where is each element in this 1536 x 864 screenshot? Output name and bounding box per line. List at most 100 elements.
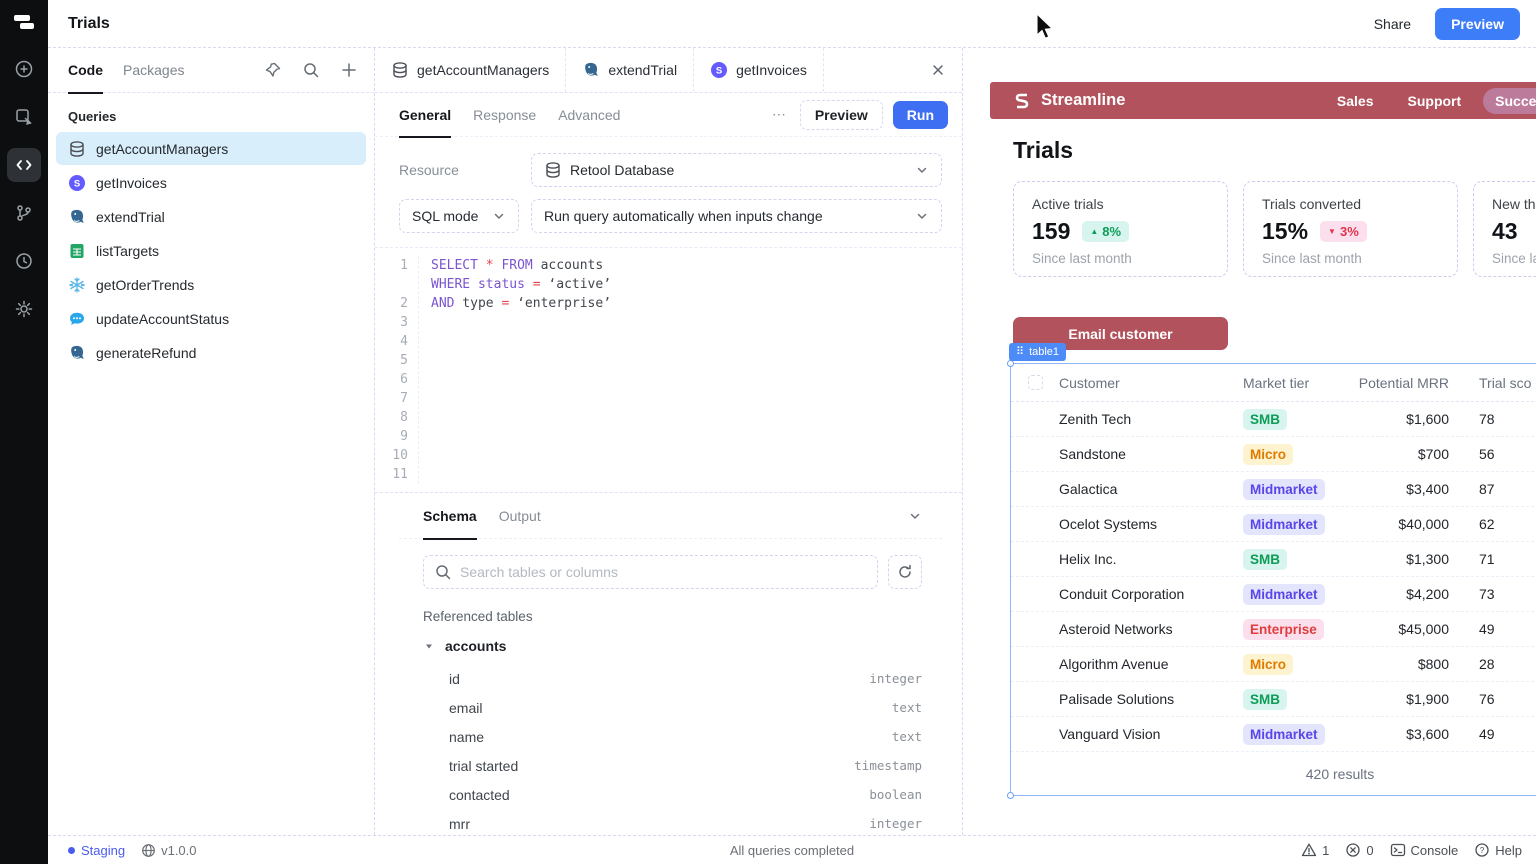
editor-subtabbar: General Response Advanced ⋯ Preview Run (375, 93, 962, 137)
table-row[interactable]: Asteroid Networks Enterprise $45,000 49 (1011, 612, 1536, 647)
rail-code-button[interactable] (7, 148, 41, 182)
rail-select-tool-button[interactable] (7, 100, 41, 134)
environment-dot (68, 847, 75, 854)
cell-mrr: $3,600 (1344, 726, 1449, 742)
close-tab-button[interactable] (914, 48, 962, 92)
rail-add-button[interactable] (7, 52, 41, 86)
schema-search-input[interactable] (460, 564, 867, 580)
nav-item-success[interactable]: Success (1483, 88, 1536, 114)
table-row[interactable]: Helix Inc. SMB $1,300 71 (1011, 542, 1536, 577)
sql-code-editor[interactable]: 1 234567891011 SELECT * FROM accountsWHE… (375, 247, 962, 493)
panel-tab-packages[interactable]: Packages (123, 48, 184, 93)
line-number: 2 (375, 294, 408, 313)
cell-score: 49 (1449, 621, 1495, 637)
branch-icon (14, 203, 34, 223)
query-item-updateAccountStatus[interactable]: updateAccountStatus (56, 302, 366, 335)
stripe-icon: S (68, 174, 86, 192)
schema-tab-schema[interactable]: Schema (423, 493, 477, 539)
nav-item-support[interactable]: Support (1396, 88, 1474, 114)
schema-field-email: email text (399, 693, 942, 722)
retool-logo[interactable] (13, 14, 35, 30)
selection-handle[interactable] (1007, 792, 1014, 799)
share-button[interactable]: Share (1360, 9, 1425, 39)
more-options-button[interactable]: ⋯ (760, 106, 800, 123)
drag-handle-icon: ⠿ (1016, 345, 1024, 358)
warnings-indicator[interactable]: 1 (1301, 842, 1329, 858)
query-preview-button[interactable]: Preview (800, 100, 883, 130)
query-item-listTargets[interactable]: listTargets (56, 234, 366, 267)
table-row[interactable]: Vanguard Vision Midmarket $3,600 49 (1011, 717, 1536, 752)
add-query-icon[interactable] (340, 61, 358, 79)
editor-tab-extendTrial[interactable]: extendTrial (566, 48, 694, 92)
table-row[interactable]: Palisade Solutions SMB $1,900 76 (1011, 682, 1536, 717)
tier-badge: Enterprise (1243, 619, 1324, 640)
tier-badge: SMB (1243, 549, 1287, 570)
query-item-extendTrial[interactable]: extendTrial (56, 200, 366, 233)
rail-history-button[interactable] (7, 244, 41, 278)
rail-settings-button[interactable] (7, 292, 41, 326)
panel-tab-code[interactable]: Code (68, 48, 103, 93)
select-all-checkbox[interactable] (1028, 375, 1043, 390)
line-number: 6 (375, 370, 408, 389)
query-panel: CodePackages Queries getAccountManagers … (48, 48, 375, 835)
errors-indicator[interactable]: 0 (1345, 842, 1373, 858)
query-item-label: listTargets (96, 243, 159, 259)
editor-subtab-advanced[interactable]: Advanced (558, 93, 620, 137)
table-row[interactable]: Sandstone Micro $700 56 (1011, 437, 1536, 472)
column-header-market-tier[interactable]: Market tier (1243, 375, 1344, 391)
stat-title: New th (1492, 196, 1536, 212)
code-line-numbers: 1 234567891011 (375, 256, 419, 484)
resource-select[interactable]: Retool Database (531, 153, 942, 187)
table-row[interactable]: Algorithm Avenue Micro $800 28 (1011, 647, 1536, 682)
pin-icon[interactable] (264, 61, 282, 79)
nav-item-sales[interactable]: Sales (1325, 88, 1386, 114)
rail-branch-button[interactable] (7, 196, 41, 230)
table-widget-tag[interactable]: ⠿ table1 (1009, 343, 1066, 361)
schema-search[interactable] (423, 555, 878, 589)
line-number: 4 (375, 332, 408, 351)
version-selector[interactable]: v1.0.0 (141, 843, 196, 858)
sql-mode-select[interactable]: SQL mode (399, 199, 519, 233)
help-icon: ? (1474, 842, 1490, 858)
column-header-trial-score[interactable]: Trial sco (1449, 375, 1531, 391)
cell-mrr: $3,400 (1344, 481, 1449, 497)
stat-caption: Since la (1492, 251, 1536, 266)
query-item-getOrderTrends[interactable]: getOrderTrends (56, 268, 366, 301)
column-header-customer[interactable]: Customer (1059, 375, 1243, 391)
environment-selector[interactable]: Staging (68, 843, 125, 858)
table-row[interactable]: Zenith Tech SMB $1,600 78 (1011, 402, 1536, 437)
editor-subtab-response[interactable]: Response (473, 93, 536, 137)
selection-handle[interactable] (1007, 360, 1014, 367)
code-content: SELECT * FROM accountsWHERE status = ‘ac… (419, 256, 611, 484)
run-button[interactable]: Run (893, 101, 948, 129)
chevron-down-icon[interactable] (908, 509, 922, 523)
snowflake-icon (68, 276, 86, 294)
console-label: Console (1411, 843, 1459, 858)
query-item-generateRefund[interactable]: generateRefund (56, 336, 366, 369)
console-button[interactable]: Console (1390, 842, 1459, 858)
preview-button[interactable]: Preview (1435, 8, 1520, 40)
trials-table[interactable]: Customer Market tier Potential MRR Trial… (1010, 363, 1536, 796)
help-button[interactable]: ?Help (1474, 842, 1522, 858)
cell-score: 73 (1449, 586, 1495, 602)
stat-cards: Active trials 159▲8% Since last month Tr… (1013, 181, 1536, 277)
widget-tag-label: table1 (1029, 346, 1059, 358)
query-item-getAccountManagers[interactable]: getAccountManagers (56, 132, 366, 165)
run-behavior-select[interactable]: Run query automatically when inputs chan… (531, 199, 942, 233)
query-item-getInvoices[interactable]: SgetInvoices (56, 166, 366, 199)
streamline-brand: Streamline (1012, 91, 1125, 111)
editor-tab-getInvoices[interactable]: SgetInvoices (694, 48, 824, 92)
schema-tab-output[interactable]: Output (499, 493, 541, 539)
column-header-potential-mrr[interactable]: Potential MRR (1344, 375, 1449, 391)
stat-card: New th 43 Since la (1473, 181, 1536, 277)
editor-subtab-general[interactable]: General (399, 93, 451, 137)
schema-table-accounts[interactable]: accounts (399, 628, 942, 664)
line-number: 11 (375, 465, 408, 484)
table-row[interactable]: Ocelot Systems Midmarket $40,000 62 (1011, 507, 1536, 542)
table-row[interactable]: Conduit Corporation Midmarket $4,200 73 (1011, 577, 1536, 612)
refresh-schema-button[interactable] (888, 555, 922, 589)
search-icon[interactable] (302, 61, 320, 79)
cell-mrr: $800 (1344, 656, 1449, 672)
table-row[interactable]: Galactica Midmarket $3,400 87 (1011, 472, 1536, 507)
editor-tab-getAccountManagers[interactable]: getAccountManagers (375, 48, 566, 92)
